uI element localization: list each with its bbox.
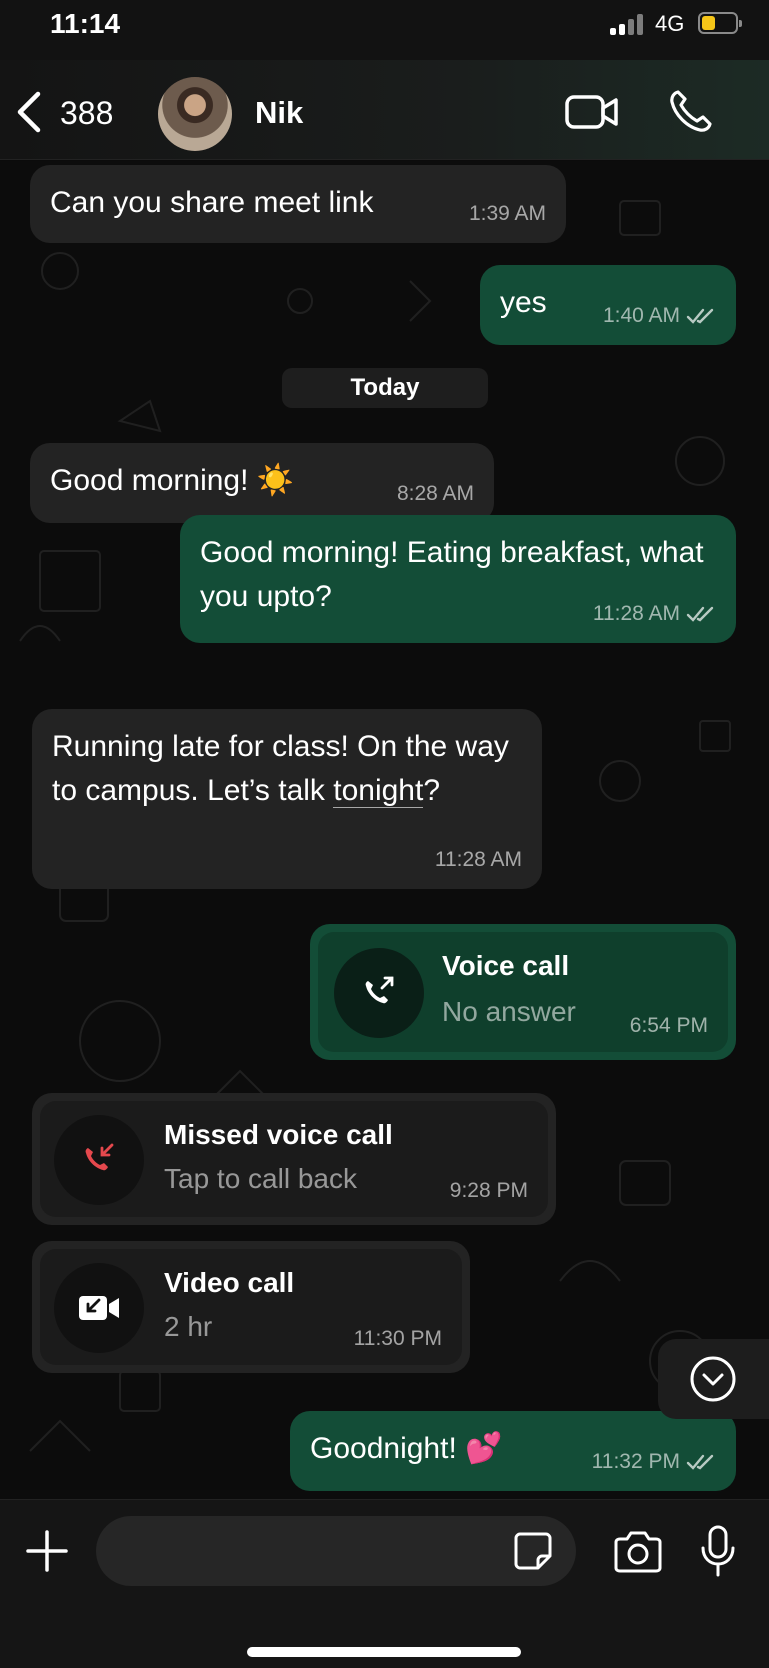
sticker-icon[interactable]	[512, 1530, 554, 1572]
message-bubble-incoming[interactable]: Can you share meet link 1:39 AM	[30, 165, 566, 243]
call-subtitle: No answer	[442, 996, 576, 1027]
message-bubble-outgoing[interactable]: Good morning! Eating breakfast, what you…	[180, 515, 736, 643]
call-time: 11:30 PM	[353, 1327, 442, 1350]
message-text: Running late for class! On the way to ca…	[52, 730, 509, 807]
contact-name[interactable]: Nik	[255, 95, 303, 131]
chat-area[interactable]: Can you share meet link 1:39 AM yes 1:40…	[0, 161, 769, 1499]
message-text: Can you share meet link	[50, 186, 374, 219]
message-time: 8:28 AM	[396, 481, 474, 505]
message-time: 11:28 AM	[434, 847, 522, 871]
call-title: Missed voice call	[164, 1119, 393, 1150]
message-text: yes	[500, 286, 547, 319]
status-bar: 11:14 4G	[0, 0, 769, 60]
call-card-video[interactable]: Video call 2 hr 11:30 PM	[32, 1241, 470, 1373]
message-time: 11:28 AM	[593, 599, 716, 629]
incoming-video-icon	[54, 1263, 144, 1353]
call-time: 9:28 PM	[449, 1179, 528, 1202]
message-bubble-outgoing[interactable]: yes 1:40 AM	[480, 265, 736, 345]
read-receipt-icon	[686, 1454, 714, 1470]
phone-icon[interactable]	[668, 88, 714, 134]
call-title: Video call	[164, 1267, 295, 1298]
call-subtitle: 2 hr	[164, 1311, 213, 1342]
message-bubble-incoming[interactable]: Good morning! ☀️ 8:28 AM	[30, 443, 494, 523]
contact-avatar[interactable]	[158, 77, 232, 151]
call-card-missed[interactable]: Missed voice call Tap to call back 9:28 …	[32, 1093, 556, 1225]
missed-call-icon	[54, 1115, 144, 1205]
chevron-left-icon	[17, 91, 41, 133]
read-receipt-icon	[686, 308, 714, 324]
status-time: 11:14	[50, 8, 121, 39]
chat-header: 388 Nik	[0, 60, 769, 160]
read-receipt-icon	[686, 606, 714, 622]
call-title: Voice call	[442, 950, 570, 981]
plus-icon[interactable]	[24, 1528, 70, 1574]
message-time: 1:40 AM	[603, 301, 716, 331]
message-text-end: ?	[423, 773, 441, 807]
chevron-down-circle-icon	[690, 1356, 736, 1402]
message-text: Good morning! ☀️	[50, 464, 295, 497]
home-indicator	[247, 1647, 521, 1657]
message-input[interactable]	[96, 1516, 576, 1586]
battery-icon	[698, 12, 742, 34]
message-time: 11:32 PM	[592, 1447, 716, 1477]
call-time: 6:54 PM	[629, 1014, 708, 1037]
message-link-word[interactable]: tonight	[333, 773, 424, 808]
signal-strength-icon	[610, 13, 646, 35]
call-card-outgoing[interactable]: Voice call No answer 6:54 PM	[310, 924, 736, 1060]
message-time: 1:39 AM	[468, 201, 546, 225]
date-separator: Today	[282, 368, 488, 408]
scroll-to-bottom-button[interactable]	[658, 1339, 769, 1419]
camera-icon[interactable]	[612, 1530, 664, 1574]
microphone-icon[interactable]	[698, 1524, 738, 1578]
message-composer	[0, 1499, 769, 1668]
message-text: Goodnight! 💕	[310, 1432, 503, 1465]
unread-count[interactable]: 388	[60, 95, 113, 132]
back-button[interactable]	[14, 90, 44, 134]
call-subtitle: Tap to call back	[164, 1163, 357, 1194]
message-bubble-outgoing[interactable]: Goodnight! 💕 11:32 PM	[290, 1411, 736, 1491]
message-bubble-incoming[interactable]: Running late for class! On the way to ca…	[32, 709, 542, 889]
outgoing-call-icon	[334, 948, 424, 1038]
network-type: 4G	[655, 11, 685, 36]
video-camera-icon[interactable]	[564, 92, 620, 132]
